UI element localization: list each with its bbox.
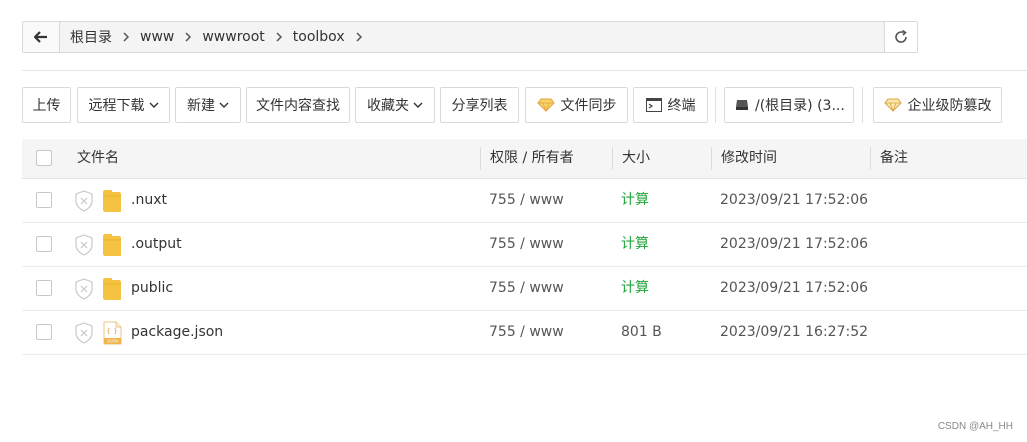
column-divider [870,147,871,170]
breadcrumb-item-toolbox[interactable]: toolbox [293,29,345,45]
header-mtime[interactable]: 修改时间 [721,139,777,178]
file-perm[interactable]: 755 / www [489,223,564,266]
chevron-right-icon [355,31,363,43]
column-divider [711,147,712,170]
select-all-checkbox[interactable] [36,150,52,166]
file-name[interactable]: .nuxt [131,179,167,222]
disk-label: /(根目录) (3... [755,98,845,114]
chevron-down-icon [413,102,423,109]
svg-text:{ }: { } [107,328,118,335]
calculate-size-link[interactable]: 计算 [621,179,649,222]
upload-label: 上传 [32,98,61,114]
row-checkbox[interactable] [36,324,52,340]
chevron-right-icon [122,31,130,43]
gem-icon [883,98,902,112]
header-name[interactable]: 文件名 [77,139,119,178]
disk-icon [735,99,749,111]
shield-icon[interactable] [74,311,94,354]
file-name[interactable]: package.json [131,311,223,354]
row-checkbox[interactable] [36,236,52,252]
terminal-button[interactable]: 终端 [633,87,708,123]
toolbar-divider [715,87,716,123]
remote-download-label: 远程下载 [88,98,145,114]
file-size: 801 B [621,324,662,340]
chevron-down-icon [149,102,159,109]
file-sync-label: 文件同步 [560,98,617,114]
row-checkbox[interactable] [36,192,52,208]
disk-button[interactable]: /(根目录) (3... [724,87,854,123]
watermark: CSDN @AH_HH [937,421,1013,432]
file-mtime: 2023/09/21 16:27:52 [720,324,869,340]
breadcrumb: 根目录 www wwwroot toolbox [60,22,884,52]
gem-icon [536,98,555,112]
calculate-size-link[interactable]: 计算 [621,223,649,266]
header-perm[interactable]: 权限 / 所有者 [490,139,574,178]
table-header: 文件名 权限 / 所有者 大小 修改时间 备注 [22,139,1027,179]
file-table: 文件名 权限 / 所有者 大小 修改时间 备注 .nuxt 755 / www … [22,139,1027,355]
divider [22,70,1027,71]
path-bar: 根目录 www wwwroot toolbox [22,21,918,53]
shield-icon[interactable] [74,267,94,310]
file-perm[interactable]: 755 / www [489,267,564,310]
tamper-proof-button[interactable]: 企业级防篡改 [873,87,1002,123]
file-name[interactable]: public [131,267,173,310]
breadcrumb-item-wwwroot[interactable]: wwwroot [202,29,264,45]
remote-download-button[interactable]: 远程下载 [77,87,170,123]
column-divider [480,147,481,170]
file-perm[interactable]: 755 / www [489,179,564,222]
file-name[interactable]: .output [131,223,182,266]
terminal-label: 终端 [667,98,696,114]
breadcrumb-item-root[interactable]: 根目录 [70,27,112,47]
file-sync-button[interactable]: 文件同步 [525,87,628,123]
table-row[interactable]: .nuxt 755 / www 计算 2023/09/21 17:52:06 [22,179,1027,223]
file-mtime: 2023/09/21 17:52:06 [720,192,869,208]
favorites-label: 收藏夹 [367,98,409,114]
folder-icon [102,179,122,222]
shield-icon[interactable] [74,179,94,222]
breadcrumb-item-www[interactable]: www [140,29,174,45]
refresh-icon [895,29,907,43]
header-size[interactable]: 大小 [622,139,650,178]
content-search-label: 文件内容查找 [256,98,340,114]
header-note[interactable]: 备注 [880,139,908,178]
chevron-right-icon [184,31,192,43]
terminal-icon [645,98,662,112]
row-checkbox[interactable] [36,280,52,296]
file-mtime: 2023/09/21 17:52:06 [720,280,869,296]
chevron-down-icon [219,102,229,109]
share-list-label: 分享列表 [451,98,508,114]
calculate-size-link[interactable]: 计算 [621,267,649,310]
new-label: 新建 [187,98,215,114]
table-row[interactable]: .output 755 / www 计算 2023/09/21 17:52:06 [22,223,1027,267]
svg-text:JSON: JSON [106,338,118,343]
column-divider [612,147,613,170]
upload-button[interactable]: 上传 [22,87,71,123]
chevron-right-icon [275,31,283,43]
shield-icon[interactable] [74,223,94,266]
arrow-left-icon [34,31,47,43]
content-search-button[interactable]: 文件内容查找 [246,87,350,123]
favorites-button[interactable]: 收藏夹 [355,87,435,123]
toolbar-divider [862,87,863,123]
table-row[interactable]: { } JSON package.json 755 / www 801 B 20… [22,311,1027,355]
back-button[interactable] [23,22,60,52]
share-list-button[interactable]: 分享列表 [440,87,519,123]
json-file-icon: { } JSON [102,311,122,354]
new-button[interactable]: 新建 [175,87,241,123]
table-row[interactable]: public 755 / www 计算 2023/09/21 17:52:06 [22,267,1027,311]
file-perm[interactable]: 755 / www [489,311,564,354]
folder-icon [102,267,122,310]
folder-icon [102,223,122,266]
file-mtime: 2023/09/21 17:52:06 [720,236,869,252]
tamper-proof-label: 企业级防篡改 [907,98,992,114]
refresh-button[interactable] [884,22,917,52]
